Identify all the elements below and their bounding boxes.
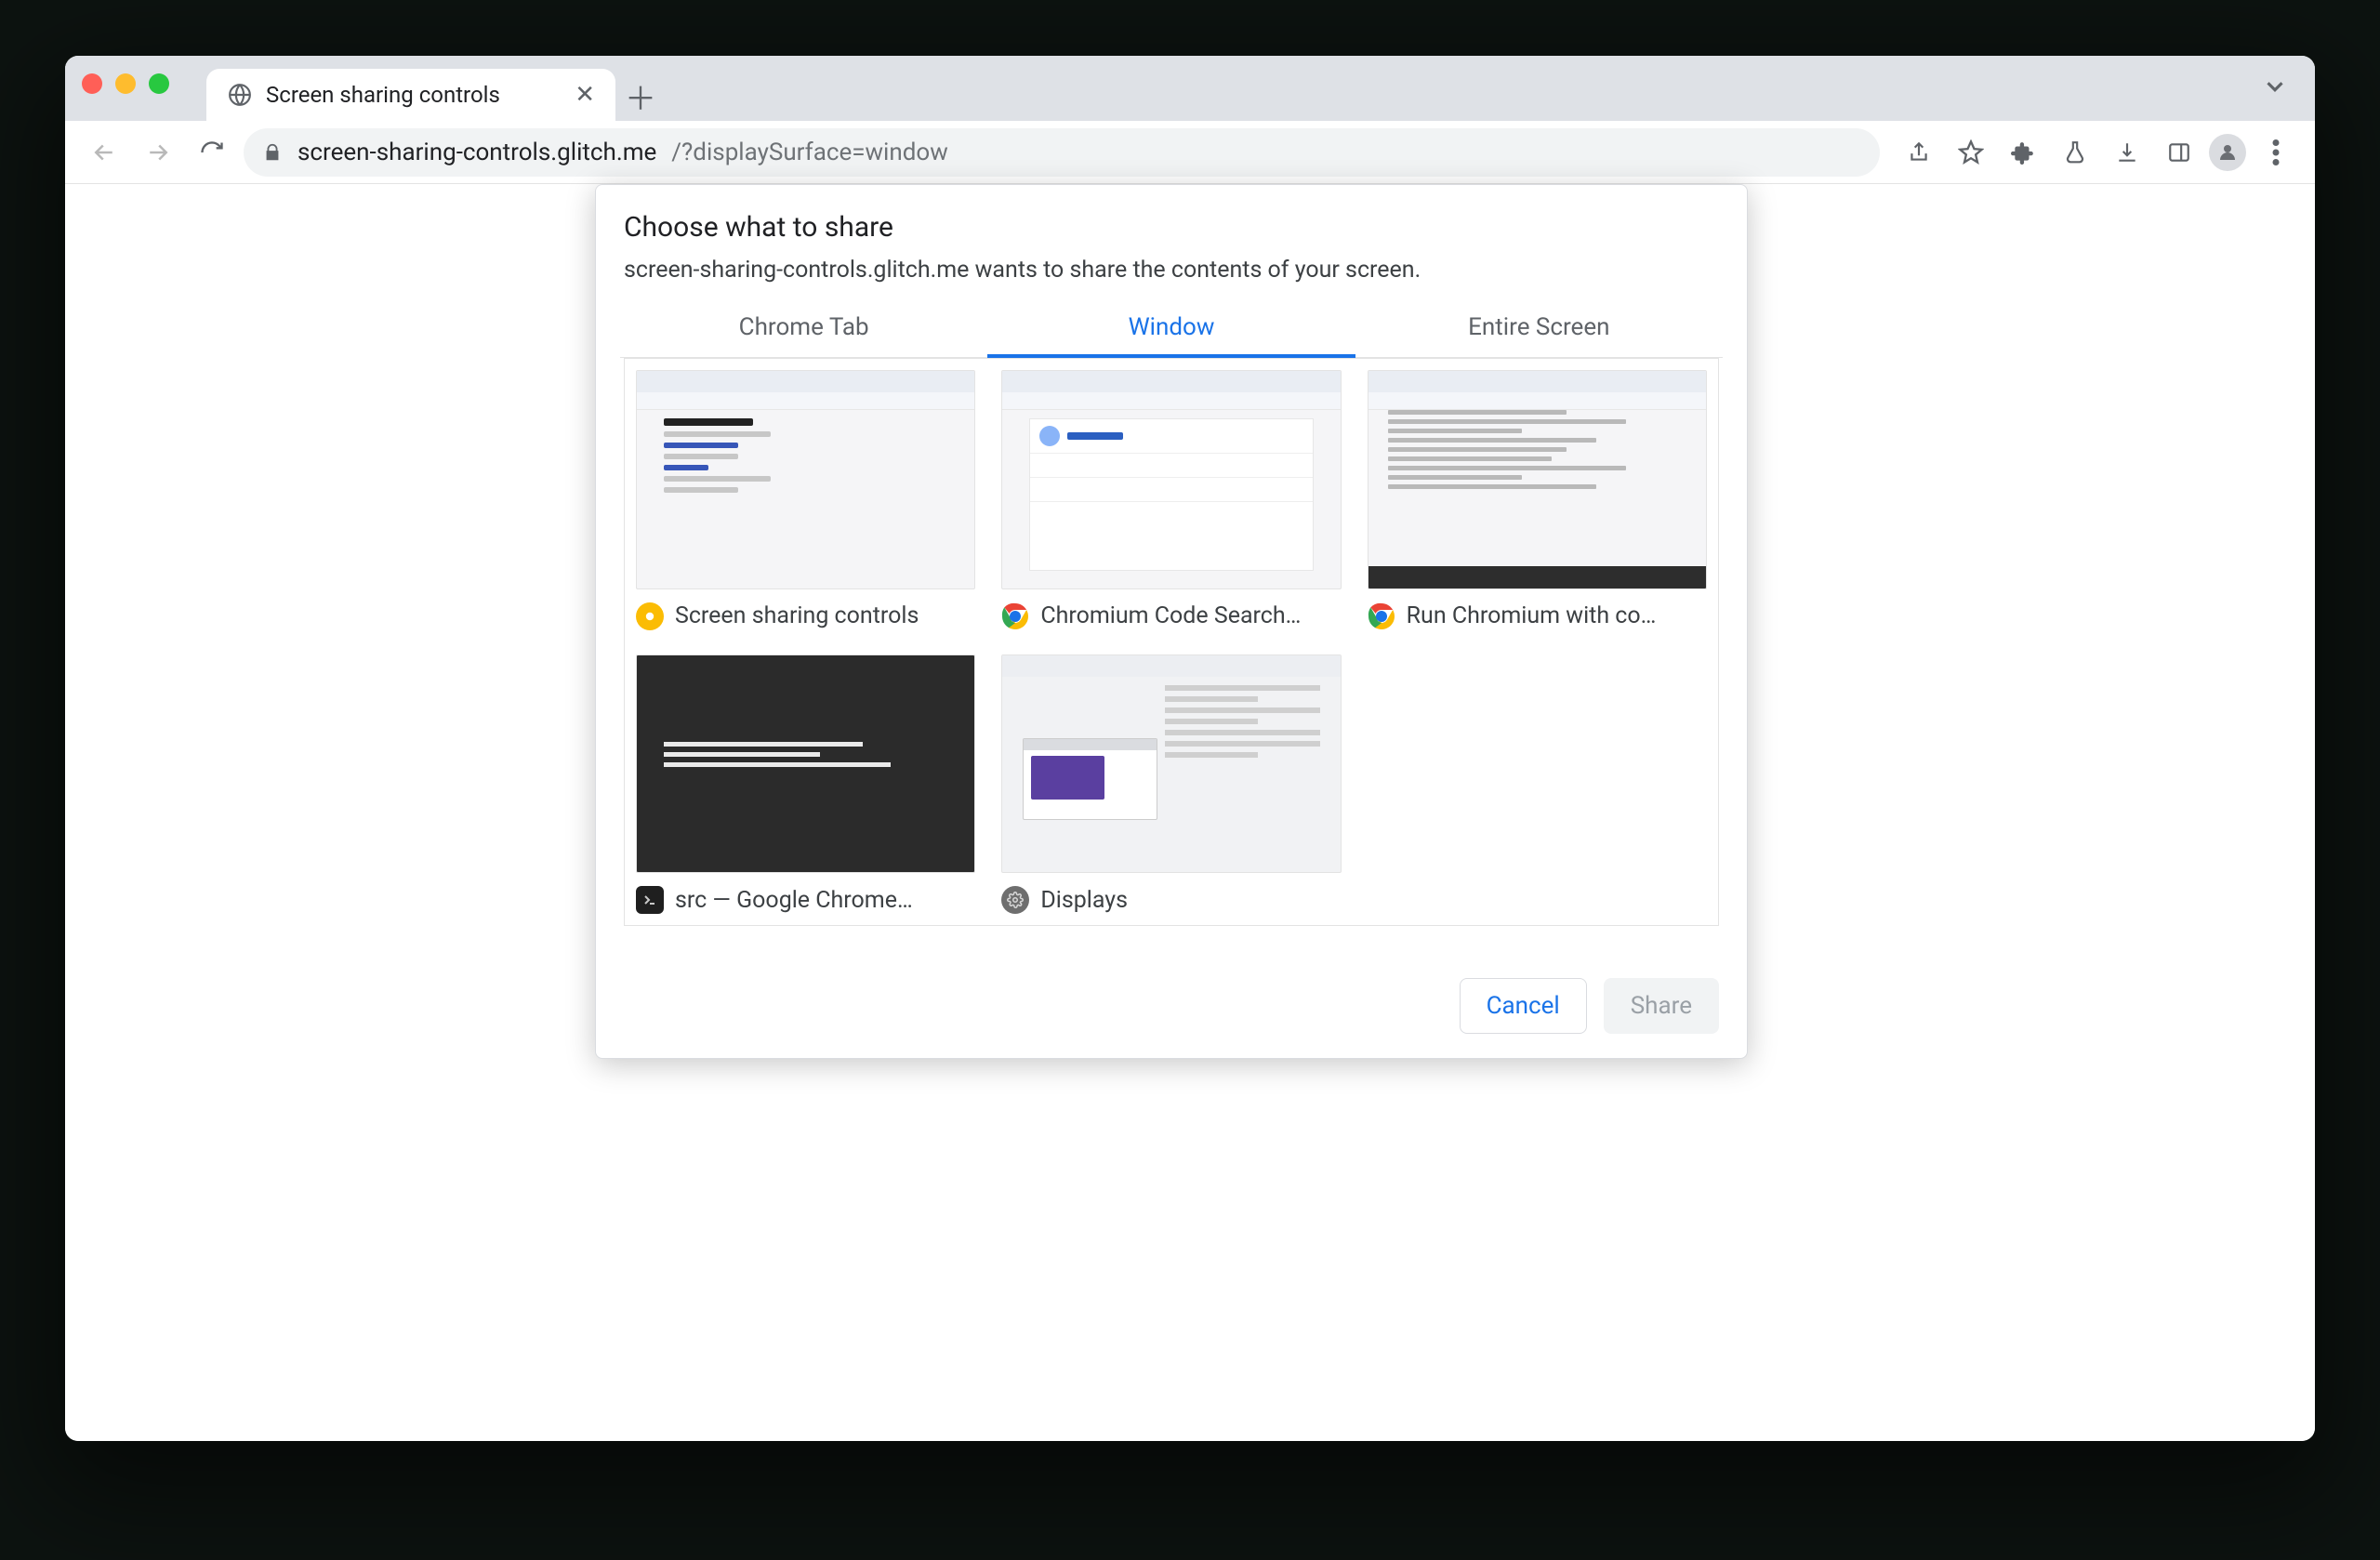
window-thumbnail xyxy=(1001,370,1341,589)
canary-icon xyxy=(636,602,664,630)
window-label: Chromium Code Search… xyxy=(1040,602,1301,629)
forward-button[interactable] xyxy=(136,130,180,175)
downloads-button[interactable] xyxy=(2105,130,2149,175)
dialog-title: Choose what to share xyxy=(624,211,1719,244)
window-thumbnail xyxy=(1368,370,1707,589)
share-page-button[interactable] xyxy=(1897,130,1941,175)
tab-title: Screen sharing controls xyxy=(266,82,500,108)
browser-tab[interactable]: Screen sharing controls ✕ xyxy=(206,69,615,121)
reload-button[interactable] xyxy=(190,130,234,175)
minimize-window-button[interactable] xyxy=(115,73,136,94)
url-host: screen-sharing-controls.glitch.me xyxy=(298,139,656,166)
close-window-button[interactable] xyxy=(82,73,102,94)
window-option[interactable]: Displays xyxy=(1001,654,1341,915)
tab-strip: Screen sharing controls ✕ ＋ xyxy=(65,56,2315,121)
settings-icon xyxy=(1001,886,1029,914)
terminal-icon xyxy=(636,886,664,914)
url-path: /?displaySurface=window xyxy=(671,139,947,166)
dialog-actions: Cancel Share xyxy=(624,978,1719,1034)
window-label: Run Chromium with co… xyxy=(1407,602,1657,629)
window-thumbnail xyxy=(1001,654,1341,874)
browser-window: Screen sharing controls ✕ ＋ xyxy=(65,56,2315,1441)
lock-icon xyxy=(262,142,283,163)
new-tab-button[interactable]: ＋ xyxy=(615,71,666,121)
window-thumbnail xyxy=(636,654,975,874)
dialog-tabs: Chrome Tab Window Entire Screen xyxy=(620,300,1723,358)
chrome-icon xyxy=(1001,602,1029,630)
window-label: Displays xyxy=(1040,887,1128,914)
close-tab-button[interactable]: ✕ xyxy=(575,81,595,109)
fullscreen-window-button[interactable] xyxy=(149,73,169,94)
extensions-button[interactable] xyxy=(2001,130,2045,175)
dialog-subtitle: screen-sharing-controls.glitch.me wants … xyxy=(624,257,1719,284)
window-thumbnail xyxy=(636,370,975,589)
window-label: Screen sharing controls xyxy=(675,602,919,629)
tab-search-button[interactable] xyxy=(2261,73,2289,100)
side-panel-button[interactable] xyxy=(2157,130,2202,175)
window-option[interactable]: Chromium Code Search… xyxy=(1001,370,1341,630)
window-option[interactable]: Screen sharing controls xyxy=(636,370,975,630)
cancel-button[interactable]: Cancel xyxy=(1460,978,1587,1034)
window-option[interactable]: src — Google Chrome… xyxy=(636,654,975,915)
window-label: src — Google Chrome… xyxy=(675,887,913,914)
chrome-icon xyxy=(1368,602,1395,630)
share-button[interactable]: Share xyxy=(1604,978,1719,1034)
toolbar: screen-sharing-controls.glitch.me /?displ… xyxy=(65,121,2315,184)
profile-button[interactable] xyxy=(2209,134,2246,171)
page-content: Choose what to share screen-sharing-cont… xyxy=(65,184,2315,1441)
tab-entire-screen[interactable]: Entire Screen xyxy=(1355,300,1723,357)
globe-icon xyxy=(227,82,253,108)
window-controls xyxy=(82,56,169,121)
address-bar[interactable]: screen-sharing-controls.glitch.me /?displ… xyxy=(244,128,1880,177)
tab-window[interactable]: Window xyxy=(987,300,1355,358)
share-dialog: Choose what to share screen-sharing-cont… xyxy=(595,184,1748,1059)
menu-button[interactable] xyxy=(2254,130,2298,175)
labs-button[interactable] xyxy=(2053,130,2097,175)
window-grid: Screen sharing controls xyxy=(624,358,1719,926)
window-option[interactable]: Run Chromium with co… xyxy=(1368,370,1707,630)
tab-chrome-tab[interactable]: Chrome Tab xyxy=(620,300,987,357)
bookmark-button[interactable] xyxy=(1949,130,1993,175)
back-button[interactable] xyxy=(82,130,126,175)
